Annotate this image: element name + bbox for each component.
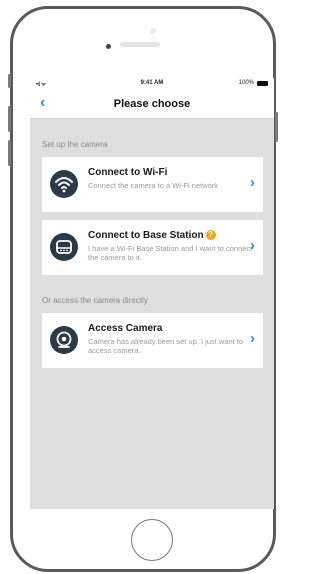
- power-button: [275, 112, 278, 142]
- volume-up-button: [8, 106, 11, 132]
- app-screen: •ıl ᯤ 9:41 AM 100% ‹ Please choose Set u…: [30, 78, 274, 509]
- chevron-right-icon: ›: [250, 174, 255, 191]
- mute-switch: [8, 74, 11, 88]
- navigation-bar: ‹ Please choose: [30, 90, 274, 119]
- option-description: I have a Wi-Fi Base Station and I want t…: [88, 244, 253, 262]
- proximity-sensor: [150, 28, 156, 34]
- earpiece-speaker: [120, 42, 160, 47]
- chevron-right-icon: ›: [250, 330, 255, 347]
- chevron-right-icon: ›: [250, 237, 255, 254]
- section-label-direct: Or access the camera directly: [42, 296, 148, 305]
- status-time: 9:41 AM: [140, 80, 164, 86]
- option-title: Connect to Base Station: [88, 230, 204, 241]
- help-icon[interactable]: ?: [205, 230, 216, 240]
- option-title-row: Connect to Base Station?: [88, 230, 216, 241]
- volume-down-button: [8, 140, 11, 166]
- wifi-icon: [50, 170, 78, 198]
- section-label-setup: Set up the camera: [42, 140, 108, 149]
- connect-wifi-option[interactable]: Connect to Wi-Fi Connect the camera to a…: [42, 157, 263, 212]
- battery-percent: 100%: [238, 80, 254, 86]
- camera-icon: [50, 326, 78, 354]
- base-station-icon: [50, 233, 78, 261]
- option-title: Access Camera: [88, 323, 163, 334]
- option-description: Camera has already been set up. I just w…: [88, 337, 244, 355]
- front-camera: [106, 44, 111, 49]
- access-camera-option[interactable]: Access Camera Camera has already been se…: [42, 313, 263, 368]
- battery-icon: [257, 81, 268, 86]
- option-description: Connect the camera to a Wi-Fi network: [88, 181, 219, 190]
- home-button[interactable]: [131, 519, 173, 561]
- connect-base-station-option[interactable]: Connect to Base Station? I have a Wi-Fi …: [42, 220, 263, 275]
- option-title: Connect to Wi-Fi: [88, 167, 168, 178]
- page-title: Please choose: [113, 98, 191, 110]
- status-bar: •ıl ᯤ 9:41 AM 100%: [30, 78, 274, 90]
